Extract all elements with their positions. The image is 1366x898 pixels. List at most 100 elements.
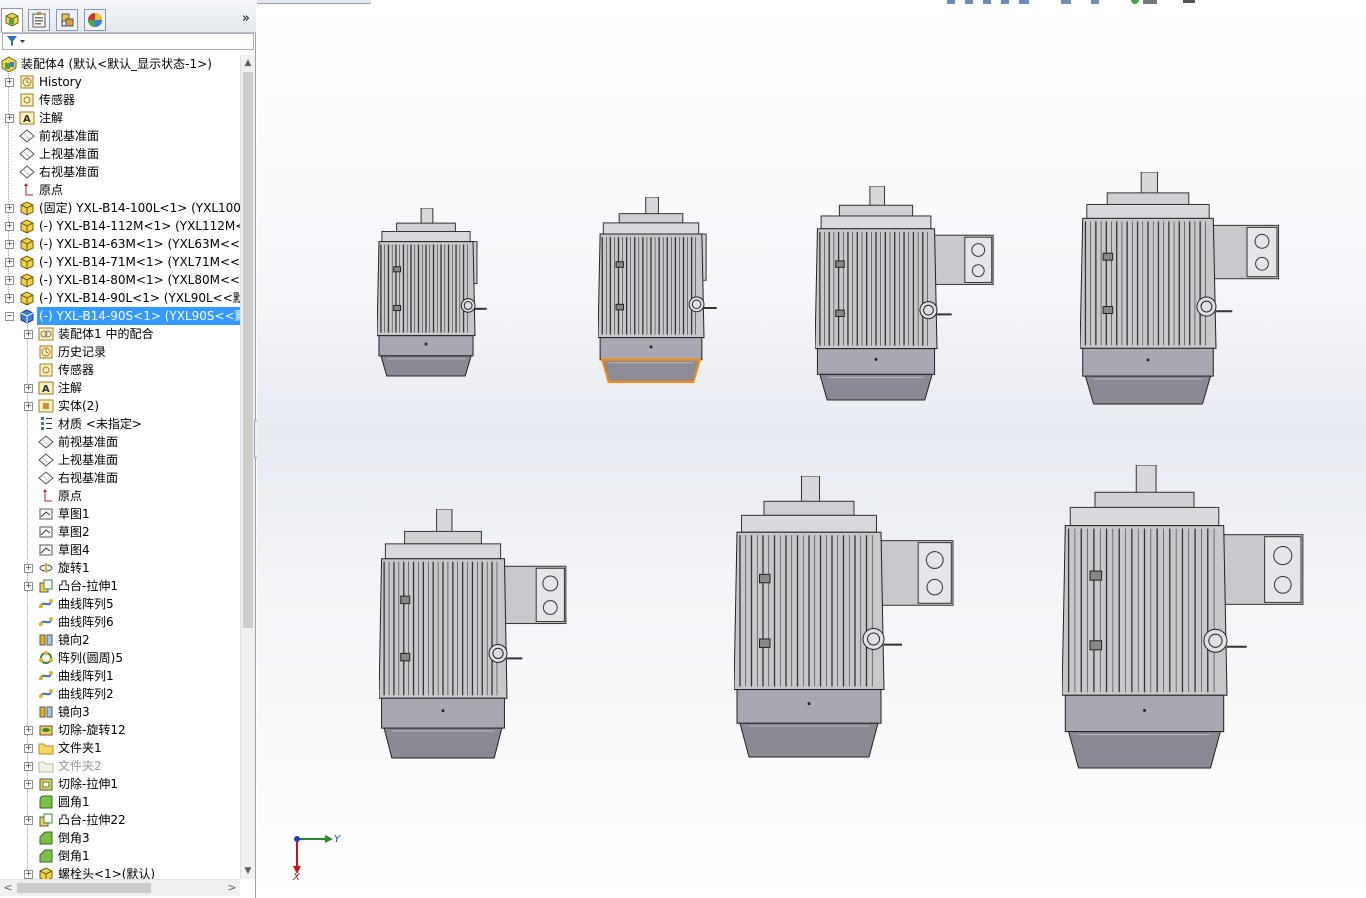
tree-item[interactable]: + A 注解 [0,379,240,397]
motor-yxl90s[interactable] [1080,172,1320,424]
featuremanager-tab[interactable] [1,8,23,32]
expand-toggle-icon[interactable]: + [24,330,33,339]
tree-item[interactable]: 镜向2 [0,631,240,649]
history-icon [39,345,53,359]
tree-item[interactable]: 上视基准面 [0,145,240,163]
motor-yxl100l[interactable] [734,476,997,777]
tree-vertical-scrollbar[interactable]: ▲ ▼ [240,55,255,879]
expand-toggle-icon[interactable]: + [5,78,14,87]
displaymanager-tab[interactable] [84,9,106,31]
propertymanager-tab[interactable] [28,9,50,31]
tree-item[interactable]: + (-) YXL-B14-63M<1> (YXL63M<<默 [0,235,240,253]
tree-item-label: 旋转1 [58,561,90,575]
tree-item[interactable]: 倒角3 [0,829,240,847]
tree-item[interactable]: + 文件夹2 [0,757,240,775]
tree-item[interactable]: 曲线阵列2 [0,685,240,703]
extrude-icon [39,579,53,593]
tree-item[interactable]: + 装配体1 中的配合 [0,325,240,343]
scroll-right-icon[interactable]: > [224,880,240,896]
panel-expand-icon[interactable]: » [242,11,250,26]
filter-icon[interactable] [6,35,26,47]
tree-item[interactable]: + 螺栓头<1>(默认) [0,865,240,879]
tree-item[interactable]: 传感器 [0,91,240,109]
tree-item[interactable]: + 文件夹1 [0,739,240,757]
expand-toggle-icon[interactable]: + [24,780,33,789]
tree-item[interactable]: 右视基准面 [0,469,240,487]
tree-item[interactable]: 草图2 [0,523,240,541]
heads-up-view-toolbar[interactable] [943,0,1213,8]
expand-toggle-icon[interactable]: + [24,402,33,411]
tree-item[interactable]: 传感器 [0,361,240,379]
expand-toggle-icon[interactable]: + [5,258,14,267]
motor-yxl63m[interactable] [377,208,515,396]
expand-toggle-icon[interactable]: + [24,564,33,573]
tree-item[interactable]: + 切除-拉伸1 [0,775,240,793]
tree-item[interactable]: 材质 <未指定> [0,415,240,433]
tree-item[interactable]: + 实体(2) [0,397,240,415]
curve-pattern-icon [39,599,53,609]
collapse-toggle-icon[interactable]: − [5,312,14,321]
tree-item[interactable]: + (-) YXL-B14-90L<1> (YXL90L<<默认 [0,289,240,307]
tree-item[interactable]: + A 注解 [0,109,240,127]
tree-item[interactable]: 前视基准面 [0,127,240,145]
graphics-viewport[interactable]: Y X [257,0,1366,898]
tree-item-label: 材质 <未指定> [58,417,142,431]
scroll-thumb[interactable] [243,72,253,628]
tree-item[interactable]: + (固定) YXL-B14-100L<1> (YXL100L< [0,199,240,217]
sketch-icon [39,526,53,538]
feature-filter[interactable] [2,33,254,50]
expand-toggle-icon[interactable]: + [5,294,14,303]
tree-root-assembly[interactable]: 装配体4 (默认<默认_显示状态-1>) [0,55,240,73]
expand-toggle-icon[interactable]: + [5,204,14,213]
tree-item[interactable]: 草图4 [0,541,240,559]
motor-yxl112m[interactable] [1062,465,1349,788]
tree-item[interactable]: 右视基准面 [0,163,240,181]
expand-toggle-icon[interactable]: + [5,276,14,285]
motor-yxl80m[interactable] [815,186,1033,420]
expand-toggle-icon[interactable]: + [24,762,33,771]
tree-item[interactable]: 历史记录 [0,343,240,361]
expand-toggle-icon[interactable]: + [24,726,33,735]
expand-toggle-icon[interactable]: + [5,114,14,123]
tree-item-label: 装配体1 中的配合 [58,327,154,341]
expand-toggle-icon[interactable]: + [24,582,33,591]
tree-item[interactable]: + 凸台-拉伸1 [0,577,240,595]
expand-toggle-icon[interactable]: + [5,240,14,249]
tree-item[interactable]: 圆角1 [0,793,240,811]
expand-toggle-icon[interactable]: + [24,816,33,825]
tree-item[interactable]: 曲线阵列6 [0,613,240,631]
tree-horizontal-scrollbar[interactable]: < > [0,879,240,896]
tree-item[interactable]: + 旋转1 [0,559,240,577]
expand-toggle-icon[interactable]: + [5,222,14,231]
scroll-thumb-horizontal[interactable] [17,883,151,893]
tree-item[interactable]: + (-) YXL-B14-112M<1> (YXL112M< [0,217,240,235]
tree-item-label: 草图2 [58,525,90,539]
motor-yxl71m[interactable] [598,197,745,402]
tree-item[interactable]: + 凸台-拉伸22 [0,811,240,829]
expand-toggle-icon[interactable]: + [24,870,33,879]
motor-yxl90l[interactable] [379,509,606,778]
tree-item[interactable]: − (-) YXL-B14-90S<1> (YXL90S<<默认 [0,307,240,325]
tree-item[interactable]: + 切除-旋转12 [0,721,240,739]
tree-item[interactable]: + (-) YXL-B14-80M<1> (YXL80M<<默 [0,271,240,289]
scroll-left-icon[interactable]: < [0,880,16,896]
tree-item[interactable]: 倒角1 [0,847,240,865]
tree-item[interactable]: + History [0,73,240,91]
tree-item[interactable]: 镜向3 [0,703,240,721]
tree-item[interactable]: 曲线阵列5 [0,595,240,613]
tree-item[interactable]: 原点 [0,487,240,505]
tree-item[interactable]: 上视基准面 [0,451,240,469]
tree-item[interactable]: + (-) YXL-B14-71M<1> (YXL71M<<默 [0,253,240,271]
expand-toggle-icon[interactable]: + [24,744,33,753]
configurationmanager-tab[interactable] [56,9,78,31]
tree-item[interactable]: 草图1 [0,505,240,523]
tree-item[interactable]: 前视基准面 [0,433,240,451]
tree-item[interactable]: 阵列(圆周)5 [0,649,240,667]
tree-item[interactable]: 原点 [0,181,240,199]
tree-item[interactable]: 曲线阵列1 [0,667,240,685]
circular-pattern-icon [39,651,53,664]
expand-toggle-icon[interactable]: + [24,384,33,393]
scroll-down-icon[interactable]: ▼ [241,863,255,879]
coordinate-triad: Y X [292,834,341,882]
scroll-up-icon[interactable]: ▲ [241,55,255,71]
